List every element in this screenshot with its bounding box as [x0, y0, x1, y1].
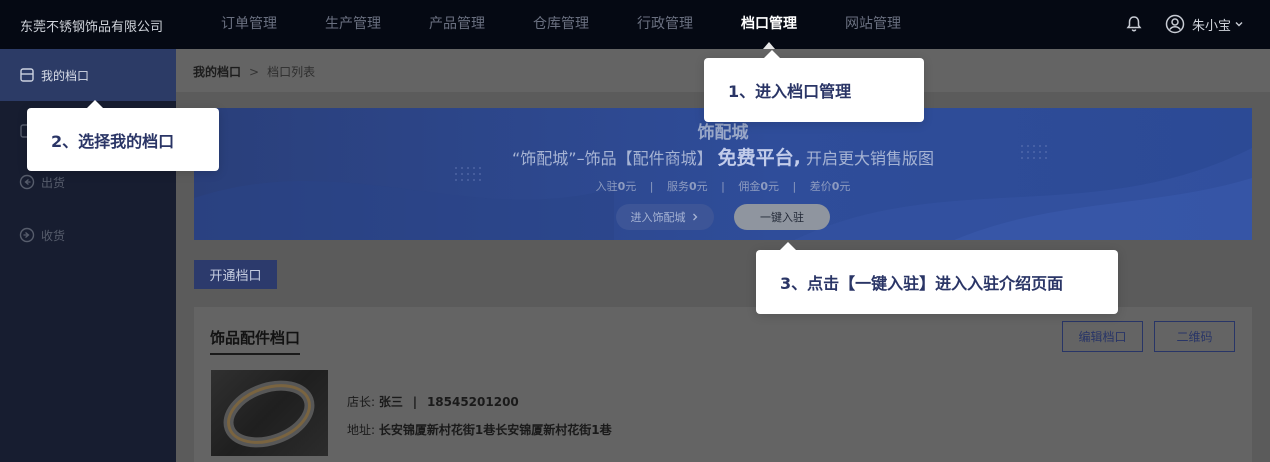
nav-warehouse[interactable]: 仓库管理: [533, 0, 589, 49]
nav-production[interactable]: 生产管理: [325, 0, 381, 49]
receive-in-icon: [19, 227, 35, 243]
slogan-free: 免费平台,: [717, 147, 801, 169]
top-navbar: 东莞不锈钢饰品有限公司 订单管理 生产管理 产品管理 仓库管理 行政管理 档口管…: [0, 0, 1270, 49]
stall-product-image: [211, 370, 328, 456]
owner-name: 张三: [378, 395, 403, 409]
owner-phone: 18545201200: [426, 395, 519, 409]
stall-address-line: 地址: 长安锦厦新村花街1巷长安锦厦新村花街1巷: [347, 421, 612, 438]
banner-buttons: 进入饰配城 一键入驻: [194, 204, 1252, 230]
slogan-main: “饰配城”–饰品【配件商城】: [511, 149, 713, 168]
chevron-right-icon: [692, 213, 697, 221]
user-name: 朱小宝: [1192, 18, 1232, 34]
address-value: 长安锦厦新村花街1巷长安锦厦新村花街1巷: [378, 423, 612, 437]
bell-icon[interactable]: [1125, 15, 1143, 33]
sidebar-item-receiving[interactable]: 收货: [0, 209, 176, 261]
breadcrumb: 我的档口 > 档口列表: [193, 63, 315, 80]
callout-step-2: 2、选择我的档口: [27, 100, 219, 171]
owner-label: 店长:: [347, 395, 376, 409]
user-menu[interactable]: 朱小宝: [1165, 14, 1251, 34]
breadcrumb-sub: 档口列表: [267, 65, 316, 79]
enter-mall-label: 进入饰配城: [630, 211, 686, 224]
stat-label: 入驻: [595, 180, 618, 193]
callout-step-3: 3、点击【一键入驻】进入入驻介绍页面: [756, 242, 1118, 314]
join-label: 一键入驻: [760, 211, 804, 224]
sidebar-item-label: 我的档口: [41, 68, 90, 83]
stat-label: 服务: [666, 180, 689, 193]
breadcrumb-current[interactable]: 我的档口: [193, 63, 241, 80]
nav-stall-management[interactable]: 档口管理: [741, 0, 797, 49]
stat-unit: 元: [768, 180, 780, 193]
stat-label: 差价: [809, 180, 832, 193]
sidebar-item-label: 出货: [41, 175, 66, 190]
callout-step-3-text: 3、点击【一键入驻】进入入驻介绍页面: [780, 274, 1064, 293]
stat-label: 佣金: [738, 180, 761, 193]
callout-arrow-icon: [764, 50, 780, 58]
sidebar-item-my-stall[interactable]: 我的档口: [0, 49, 176, 101]
address-label: 地址:: [347, 423, 376, 437]
stat-unit: 元: [696, 180, 708, 193]
nav-stall-label: 档口管理: [741, 16, 797, 32]
sidebar-item-label: 收货: [41, 228, 66, 243]
callout-arrow-icon: [780, 242, 796, 250]
slogan-tail: 开启更大销售版图: [805, 149, 934, 168]
stat-value: 0: [760, 180, 769, 193]
main-nav: 订单管理 生产管理 产品管理 仓库管理 行政管理 档口管理 网站管理: [221, 0, 949, 49]
nav-active-caret-icon: [763, 42, 775, 49]
nav-website[interactable]: 网站管理: [845, 0, 901, 49]
nav-admin[interactable]: 行政管理: [637, 0, 693, 49]
stall-owner-line: 店长: 张三 | 18545201200: [347, 393, 519, 410]
callout-step-2-text: 2、选择我的档口: [51, 131, 175, 151]
owner-separator: |: [412, 395, 418, 409]
company-name: 东莞不锈钢饰品有限公司: [20, 20, 164, 35]
open-stall-button[interactable]: 开通档口: [194, 260, 277, 289]
nav-orders[interactable]: 订单管理: [221, 0, 277, 49]
nav-products[interactable]: 产品管理: [429, 0, 485, 49]
stat-unit: 元: [625, 180, 637, 193]
banner-slogan: “饰配城”–饰品【配件商城】 免费平台, 开启更大销售版图: [194, 143, 1252, 170]
ring-image-icon: [223, 380, 315, 448]
qr-code-button[interactable]: 二维码: [1154, 321, 1235, 352]
stall-card: 饰品配件档口 编辑档口 二维码 店长: 张三 | 18545201200 地址:…: [194, 307, 1252, 462]
callout-step-1-text: 1、进入档口管理: [728, 82, 852, 101]
enter-mall-button[interactable]: 进入饰配城: [616, 204, 714, 230]
user-avatar-icon: [1165, 14, 1185, 34]
shipment-out-icon: [19, 174, 35, 190]
stat-unit: 元: [839, 180, 851, 193]
banner-stats: 入驻0元 | 服务0元 | 佣金0元 | 差价0元: [595, 180, 851, 193]
edit-stall-button[interactable]: 编辑档口: [1062, 321, 1143, 352]
stall-title: 饰品配件档口: [210, 327, 301, 355]
one-click-join-button[interactable]: 一键入驻: [734, 204, 830, 230]
chevron-down-icon: [1235, 22, 1243, 27]
store-icon: [20, 68, 34, 82]
stat-value: 0: [688, 180, 697, 193]
callout-step-1: 1、进入档口管理: [704, 50, 924, 122]
callout-arrow-icon: [87, 100, 103, 108]
promo-banner: 饰配城 “饰配城”–饰品【配件商城】 免费平台, 开启更大销售版图 入驻0元 |…: [194, 108, 1252, 240]
breadcrumb-separator: >: [249, 64, 260, 79]
